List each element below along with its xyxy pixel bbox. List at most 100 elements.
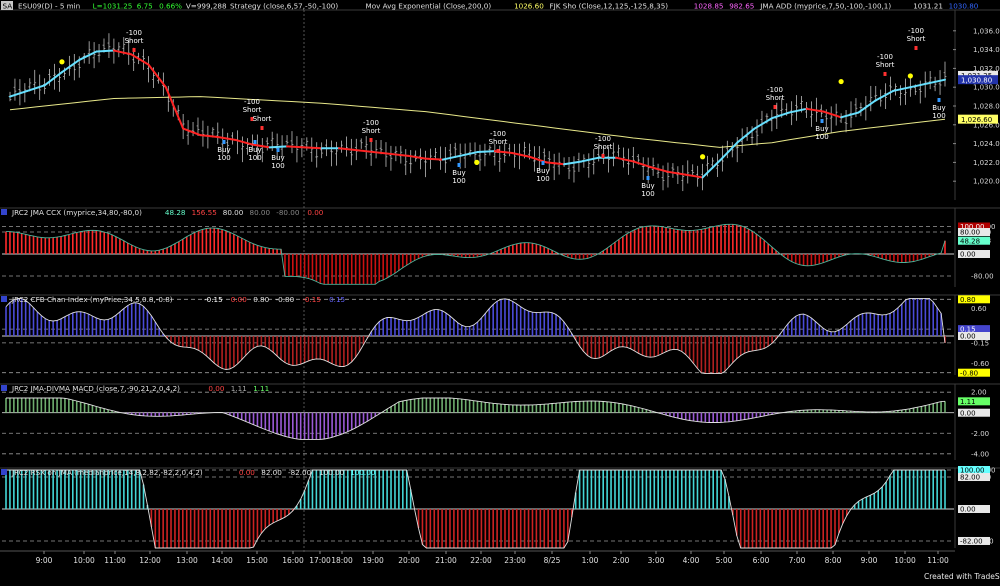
trade-annotation: -100 — [908, 27, 924, 35]
time-tick-label: 10:00 — [73, 556, 95, 565]
time-tick-label: 9:00 — [36, 556, 53, 565]
time-tick-label: 16:00 — [282, 556, 304, 565]
header-segment: 0.66% — [159, 2, 182, 11]
indicator-marker-label: 1.11 — [960, 398, 976, 406]
time-tick-label: 19:00 — [362, 556, 384, 565]
trade-arrow — [222, 140, 226, 144]
time-tick-label: 21:00 — [435, 556, 457, 565]
time-tick-label: 12:00 — [139, 556, 161, 565]
panel-title-segment: 1.11 — [253, 384, 269, 393]
jma-segment — [286, 145, 306, 149]
time-tick-label: 22:00 — [470, 556, 492, 565]
indicator-tick-label: -80.00 — [971, 273, 994, 281]
trade-arrow — [820, 119, 824, 123]
indicator-marker-label: 0.00 — [960, 506, 976, 514]
panel-title-segment: 0.15 — [329, 295, 345, 304]
panel-title-segment: -0.15 — [302, 295, 321, 304]
panel-title-segment: 80.00 — [223, 208, 244, 217]
trade-arrow — [937, 98, 941, 102]
time-tick-label: 14:00 — [211, 556, 233, 565]
trade-arrow — [883, 72, 887, 76]
trade-arrow — [276, 148, 280, 152]
trade-annotation: Short — [489, 138, 508, 146]
header-segment: V=999,288 — [186, 2, 227, 11]
time-tick-label: 2:00 — [613, 556, 630, 565]
panel-title-segment: 1.11 — [231, 384, 247, 393]
trade-annotation: Buy — [932, 104, 945, 112]
time-tick-label: 8/25 — [544, 556, 561, 565]
time-tick-label: 23:00 — [504, 556, 526, 565]
chart-canvas[interactable]: 1,036.001,034.001,032.001,030.001,028.00… — [0, 0, 1000, 582]
panel-title-swatch — [1, 385, 7, 391]
trade-annotation: -100 — [363, 119, 379, 127]
panel-title-swatch — [1, 209, 7, 215]
jma-segment — [476, 150, 496, 154]
tradestation-chart-window: 1,036.001,034.001,032.001,030.001,028.00… — [0, 0, 1000, 582]
panel-title-segment: -80.00 — [276, 208, 300, 217]
indicator-tick-label: 2.00 — [971, 389, 987, 397]
trade-annotation: -100 — [244, 98, 260, 106]
panel-title-segment: JRC2 JMA-DIVMA MACD (close,7,-90,21,2,0,… — [11, 384, 180, 393]
time-tick-label: 3:00 — [648, 556, 665, 565]
indicator-tick-label: 0.60 — [971, 305, 987, 313]
time-tick-label: 9:00 — [861, 556, 878, 565]
indicator-marker-label: 80.00 — [960, 229, 980, 237]
panel-title-segment: 82.00 — [261, 468, 282, 477]
header-segment: 1031.21 — [913, 2, 943, 11]
panel-title-segment: 156.55 — [192, 208, 217, 217]
trade-annotation: 100 — [641, 190, 654, 198]
header-segment: 982.65 — [729, 2, 754, 11]
trade-arrow — [260, 126, 264, 130]
time-tick-label: 4:00 — [683, 556, 700, 565]
trade-annotation: Short — [125, 37, 144, 45]
trade-annotation: Buy — [536, 167, 549, 175]
trade-arrow — [496, 149, 500, 153]
trade-annotation: Buy — [248, 146, 261, 154]
panel-title-segment: 0.00 — [239, 468, 255, 477]
symbol-badge: SA — [3, 2, 13, 11]
trade-annotation: 100 — [536, 175, 549, 183]
time-tick-label: 17:00 — [309, 556, 331, 565]
trade-annotation: -100 — [877, 53, 893, 61]
panel-title-segment: -82.00 — [288, 468, 312, 477]
trade-arrow — [369, 138, 373, 142]
trade-annotation: 100 — [452, 177, 465, 185]
indicator-tick-label: -4.00 — [971, 450, 989, 458]
jma-price-marker: 1,030.80 — [961, 76, 992, 84]
header-segment: 1030.80 — [949, 2, 979, 11]
trade-annotation: Short — [907, 35, 926, 43]
trade-annotation: -100 — [767, 86, 783, 94]
trade-annotation: 100 — [815, 133, 828, 141]
panel-title-segment: 48.28 — [165, 208, 186, 217]
indicator-marker-label: 0.00 — [960, 251, 976, 259]
signal-dot — [838, 78, 844, 85]
trade-annotation: Short — [253, 115, 272, 123]
panel-title-segment: -0.15 — [204, 295, 223, 304]
trade-arrow — [132, 48, 136, 52]
indicator-marker-label: 0.80 — [960, 296, 976, 304]
trade-arrow — [914, 46, 918, 50]
trade-annotation: 100 — [932, 112, 945, 120]
indicator-marker-label: -82.00 — [960, 538, 983, 546]
time-tick-label: 6:00 — [753, 556, 770, 565]
signal-dot — [59, 59, 65, 65]
time-tick-label: 18:00 — [331, 556, 353, 565]
time-tick-label: 5:00 — [716, 556, 733, 565]
chart-background — [0, 0, 1000, 582]
time-tick-label: 11:00 — [927, 556, 949, 565]
trade-annotation: Short — [766, 94, 785, 102]
header-segment: JMA ADD (myprice,7,50,-100,-100,1) — [759, 2, 891, 11]
panel-title-segment: 0.00 — [208, 384, 224, 393]
panel-title-segment: 0.00 — [307, 208, 323, 217]
price-tick-label: 1,034.00 — [973, 46, 1000, 54]
header-segment: 1026.60 — [514, 2, 544, 11]
header-segment: Mov Avg Exponential (Close,200,0) — [366, 2, 492, 11]
trade-annotation: Short — [594, 143, 613, 151]
header-segment: 6.75 — [137, 2, 153, 11]
time-tick-label: 15:00 — [246, 556, 268, 565]
trade-annotation: Buy — [217, 146, 230, 154]
indicator-marker-label: 0.00 — [960, 333, 976, 341]
header-segment: ESU09(D) - 5 min — [18, 2, 80, 11]
price-tick-label: 1,030.00 — [973, 84, 1000, 92]
indicator-tick-label: -2.00 — [971, 430, 989, 438]
